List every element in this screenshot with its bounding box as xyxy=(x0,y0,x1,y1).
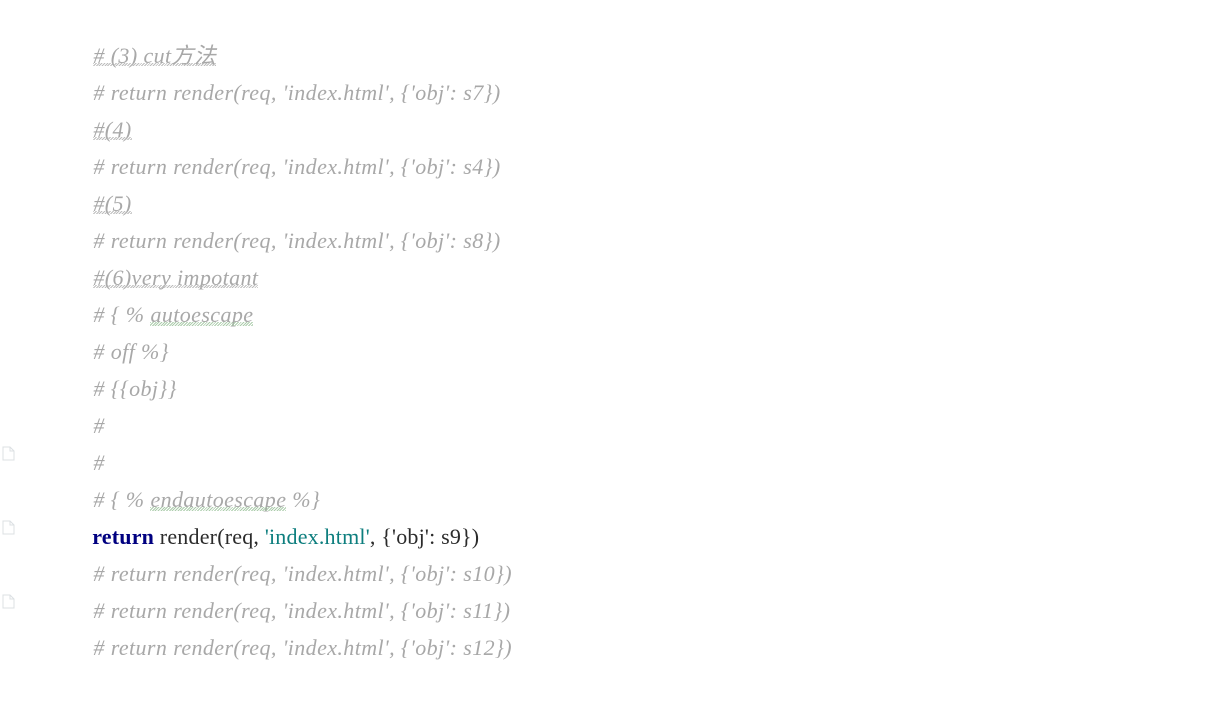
code-lines-container[interactable]: # (3) cut方法 # return render(req, 'index.… xyxy=(0,0,1227,683)
code-line[interactable]: # return render(req, 'index.html', {'obj… xyxy=(58,555,510,623)
code-line[interactable]: # return render(req, 'index.html', {'obj… xyxy=(58,185,501,253)
code-line[interactable]: #(6)very impotant xyxy=(58,222,258,290)
code-line[interactable]: #(4) xyxy=(58,74,132,142)
code-line[interactable]: # return render(req, 'index.html', {'obj… xyxy=(58,37,501,105)
code-line-text: # return render(req, 'index.html', {'obj… xyxy=(93,154,501,179)
code-line-text: # {{obj}} xyxy=(93,376,177,401)
code-line[interactable]: # return render(req, 'index.html', {'obj… xyxy=(58,111,501,179)
code-line[interactable]: # return render(req, 'index.html', {'obj… xyxy=(58,592,512,660)
code-line[interactable]: # { % autoescape xyxy=(58,259,253,327)
code-line[interactable]: # return render(req, 'index.html', {'obj… xyxy=(58,518,512,586)
code-line-text: # return render(req, 'index.html', {'obj… xyxy=(93,80,501,105)
code-line-text: # return render(req, 'index.html', {'obj… xyxy=(93,635,512,660)
code-line[interactable]: # xyxy=(58,407,105,475)
code-line[interactable]: # xyxy=(58,370,105,438)
code-line[interactable]: # (3) cut方法 xyxy=(58,0,216,68)
code-line-active[interactable]: return render(req, 'index.html', {'obj':… xyxy=(58,481,479,549)
code-line[interactable]: # {{obj}} xyxy=(58,333,177,401)
code-line[interactable]: #(5) xyxy=(58,148,132,216)
code-line[interactable]: # { % endautoescape %} xyxy=(58,444,320,512)
code-line[interactable]: # off %} xyxy=(58,296,169,364)
code-editor-pane[interactable]: # (3) cut方法 # return render(req, 'index.… xyxy=(0,0,1227,683)
